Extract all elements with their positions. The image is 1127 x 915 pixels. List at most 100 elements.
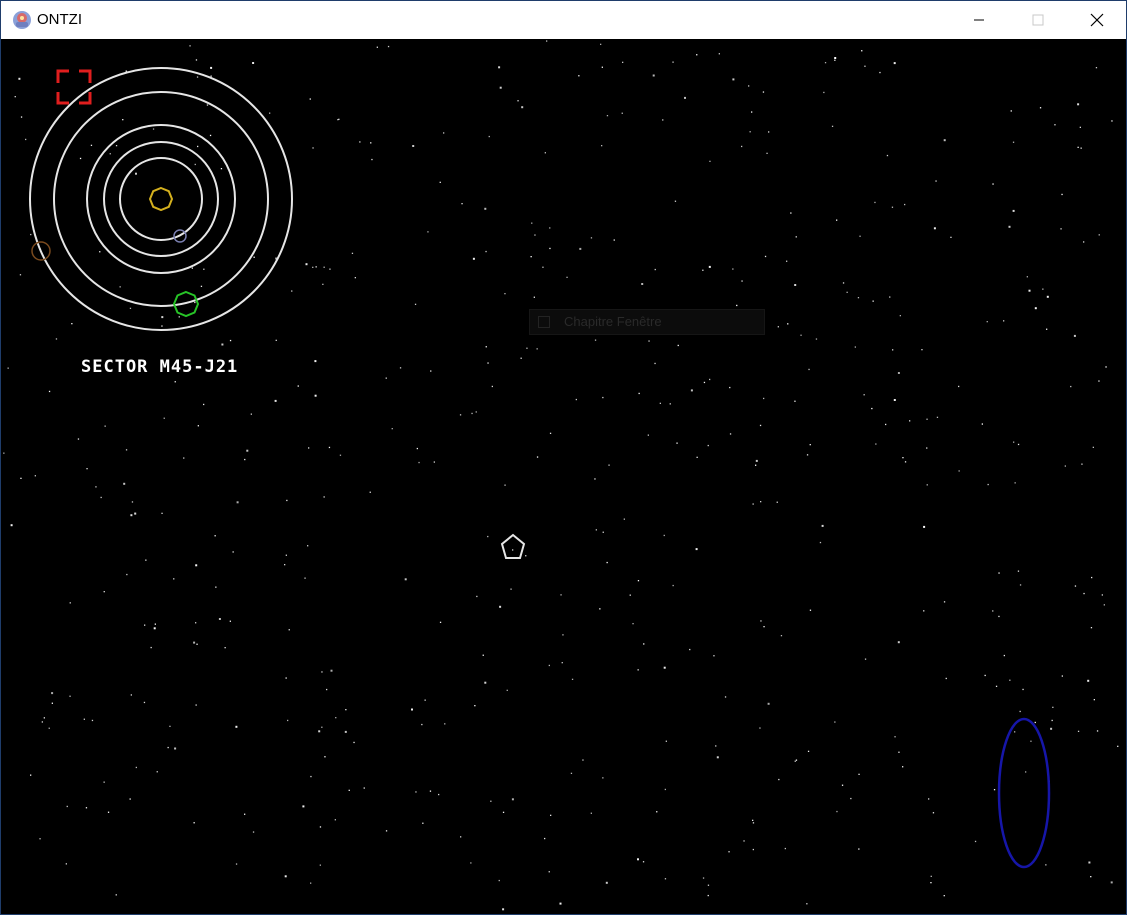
star <box>885 423 887 426</box>
star <box>51 692 54 695</box>
star <box>461 203 463 205</box>
star <box>200 285 203 287</box>
star <box>752 848 754 851</box>
orbit-ring <box>86 124 236 274</box>
sector-label: SECTOR M45-J21 <box>81 357 239 377</box>
star <box>504 484 506 486</box>
star <box>652 74 655 77</box>
star <box>315 266 317 268</box>
star <box>103 591 105 593</box>
star <box>161 325 163 327</box>
star <box>14 96 16 98</box>
star <box>274 399 277 402</box>
star <box>1012 141 1015 143</box>
star <box>1017 443 1020 446</box>
star <box>90 144 93 146</box>
star <box>319 826 322 828</box>
star <box>269 112 271 114</box>
star <box>709 160 711 162</box>
star <box>741 145 743 148</box>
star <box>521 106 524 109</box>
star <box>549 247 551 250</box>
star <box>1045 864 1047 866</box>
star <box>904 203 906 206</box>
star <box>18 77 21 80</box>
target-bracket-icon[interactable] <box>56 69 92 105</box>
star <box>103 781 105 783</box>
star <box>943 895 945 897</box>
star <box>690 389 693 392</box>
star <box>153 627 156 630</box>
star <box>767 702 770 705</box>
star <box>1081 463 1083 465</box>
star <box>928 798 930 800</box>
star <box>517 100 519 102</box>
star <box>874 201 876 204</box>
star <box>743 840 745 842</box>
maximize-button[interactable] <box>1009 1 1067 39</box>
star <box>252 62 255 64</box>
star <box>794 400 796 402</box>
star <box>19 274 22 276</box>
star <box>958 385 960 388</box>
star <box>958 470 960 472</box>
star <box>768 131 770 133</box>
star <box>130 694 132 696</box>
star <box>729 433 732 435</box>
sun-icon[interactable] <box>148 186 174 212</box>
star <box>163 417 165 419</box>
player-ship-icon[interactable] <box>500 533 526 559</box>
star <box>718 53 720 55</box>
portal-icon[interactable] <box>997 717 1051 869</box>
star <box>322 283 324 285</box>
star <box>1080 147 1082 149</box>
star <box>536 348 538 350</box>
star <box>305 263 308 266</box>
star <box>897 641 900 644</box>
star <box>107 811 110 813</box>
minimize-button[interactable] <box>950 1 1008 39</box>
star <box>1092 446 1094 448</box>
star <box>846 291 848 293</box>
star <box>669 403 671 405</box>
star <box>232 551 234 553</box>
star <box>510 588 512 590</box>
close-button[interactable] <box>1068 1 1126 39</box>
star <box>893 62 896 65</box>
star <box>526 347 528 349</box>
game-viewport[interactable]: SECTOR M45-J21 Chapitre Fenêtre <box>1 39 1126 914</box>
star <box>297 385 299 387</box>
star <box>387 45 390 48</box>
star <box>488 135 490 138</box>
star <box>762 91 765 93</box>
star <box>764 255 767 258</box>
star <box>48 727 50 729</box>
star <box>173 578 175 580</box>
star <box>183 457 185 459</box>
star <box>485 346 487 348</box>
star <box>1003 654 1005 657</box>
star <box>1101 594 1103 596</box>
star <box>161 316 164 319</box>
star <box>550 814 552 816</box>
star <box>221 343 224 346</box>
star <box>498 879 500 882</box>
star <box>178 316 180 318</box>
game-app-icon <box>13 11 31 29</box>
star <box>1103 604 1105 606</box>
star <box>902 457 904 459</box>
star <box>684 96 686 99</box>
star <box>304 577 306 579</box>
star <box>672 584 674 587</box>
star <box>1046 295 1049 298</box>
star <box>1034 307 1037 310</box>
star <box>842 282 845 284</box>
star <box>841 784 844 786</box>
title-bar[interactable]: ONTZI <box>1 1 1126 39</box>
star <box>548 664 550 667</box>
star <box>91 719 94 722</box>
star <box>559 902 562 905</box>
star <box>898 751 900 753</box>
star <box>709 378 711 381</box>
space-scene[interactable] <box>1 39 1126 914</box>
